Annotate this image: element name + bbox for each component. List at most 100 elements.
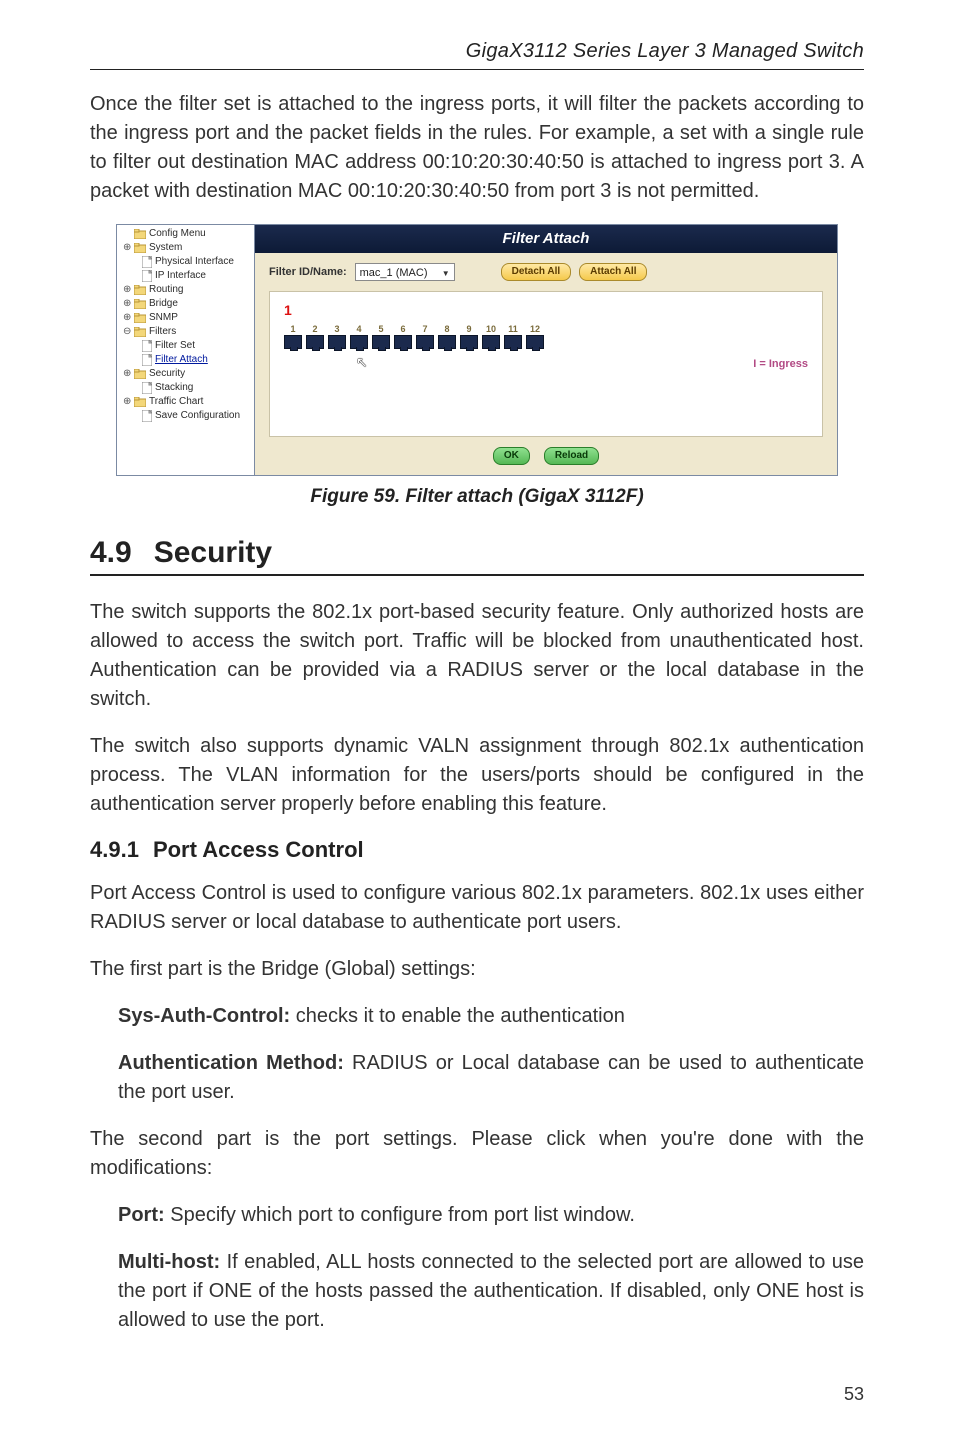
- tree-item[interactable]: ⊕ Bridge: [121, 297, 254, 311]
- port-jack-icon: [394, 335, 412, 349]
- tree-toggle-icon: ⊖: [123, 325, 131, 339]
- folder-icon: [134, 369, 146, 379]
- port-number: 4: [356, 324, 361, 334]
- definition-port: Port: Specify which port to configure fr…: [118, 1201, 864, 1230]
- subsection-para-3: The second part is the port settings. Pl…: [90, 1125, 864, 1183]
- folder-icon: [134, 327, 146, 337]
- cursor-icon: ↖: [356, 354, 368, 371]
- port[interactable]: 9: [460, 324, 478, 349]
- tree-item[interactable]: ⊖Filters: [121, 325, 254, 339]
- port[interactable]: 7: [416, 324, 434, 349]
- term-body: checks it to enable the authentication: [290, 1005, 625, 1027]
- action-bar: OK Reload: [255, 443, 837, 475]
- subsection-para-1: Port Access Control is used to configure…: [90, 879, 864, 937]
- port-number: 10: [486, 324, 496, 334]
- port-number: 11: [508, 324, 518, 334]
- tree-item-label: Stacking: [155, 381, 193, 395]
- term: Authentication Method:: [118, 1052, 344, 1074]
- port-number: 12: [530, 324, 540, 334]
- embedded-screenshot: Config Menu⊕SystemPhysical InterfaceIP I…: [116, 224, 838, 476]
- tree-item-label: Traffic Chart: [149, 395, 203, 409]
- tree-toggle-icon: ⊕: [123, 395, 131, 409]
- filter-id-select[interactable]: mac_1 (MAC): [355, 263, 455, 281]
- tree-item[interactable]: ⊕ Security: [121, 367, 254, 381]
- tree-item-label: Filter Set: [155, 339, 195, 353]
- running-header: GigaX3112 Series Layer 3 Managed Switch: [90, 40, 864, 70]
- tree-toggle-icon: ⊕: [123, 297, 131, 311]
- tree-item[interactable]: Physical Interface: [121, 255, 254, 269]
- page-icon: [142, 410, 152, 422]
- attach-all-button[interactable]: Attach All: [579, 263, 647, 281]
- port-jack-icon: [284, 335, 302, 349]
- port[interactable]: 1: [284, 324, 302, 349]
- port[interactable]: 12: [526, 324, 544, 349]
- toolbar: Filter ID/Name: mac_1 (MAC) Detach All A…: [255, 253, 837, 287]
- tree-item[interactable]: Filter Attach: [121, 353, 254, 367]
- section-para-2: The switch also supports dynamic VALN as…: [90, 732, 864, 819]
- section-heading: 4.9Security: [90, 536, 864, 576]
- subsection-heading: 4.9.1Port Access Control: [90, 837, 864, 863]
- subsection-name: Port Access Control: [153, 837, 364, 862]
- tree-item[interactable]: ⊕System: [121, 241, 254, 255]
- term: Port:: [118, 1204, 165, 1226]
- port-panel: 1 123456789101112 ↖ I = Ingress: [269, 291, 823, 437]
- port-jack-icon: [306, 335, 324, 349]
- port-jack-icon: [350, 335, 368, 349]
- tree-item[interactable]: Filter Set: [121, 339, 254, 353]
- reload-button[interactable]: Reload: [544, 447, 599, 465]
- legend-text: I = Ingress: [753, 358, 808, 370]
- page-icon: [142, 354, 152, 366]
- panel-title: Filter Attach: [255, 225, 837, 253]
- port-number: 3: [334, 324, 339, 334]
- port[interactable]: 10: [482, 324, 500, 349]
- port-number: 2: [312, 324, 317, 334]
- folder-icon: [134, 243, 146, 253]
- tree-item[interactable]: ⊕ SNMP: [121, 311, 254, 325]
- port-number: 8: [444, 324, 449, 334]
- tree-item-label: System: [149, 241, 182, 255]
- tree-item-label: IP Interface: [155, 269, 206, 283]
- folder-icon: [134, 229, 146, 239]
- port[interactable]: 11: [504, 324, 522, 349]
- folder-icon: [134, 299, 146, 309]
- port-jack-icon: [526, 335, 544, 349]
- page-icon: [142, 256, 152, 268]
- term: Multi-host:: [118, 1251, 220, 1273]
- port[interactable]: 6: [394, 324, 412, 349]
- ok-button[interactable]: OK: [493, 447, 530, 465]
- definition-multi-host: Multi-host: If enabled, ALL hosts connec…: [118, 1248, 864, 1335]
- port[interactable]: 4: [350, 324, 368, 349]
- detach-all-button[interactable]: Detach All: [501, 263, 572, 281]
- tree-item-label: Routing: [149, 283, 183, 297]
- tree-item-label: Config Menu: [149, 227, 206, 241]
- tree-toggle-icon: ⊕: [123, 367, 131, 381]
- port[interactable]: 8: [438, 324, 456, 349]
- port-number: 1: [290, 324, 295, 334]
- tree-item[interactable]: Config Menu: [121, 227, 254, 241]
- content-pane: Filter Attach Filter ID/Name: mac_1 (MAC…: [255, 225, 837, 475]
- tree-item[interactable]: Stacking: [121, 381, 254, 395]
- tree-item[interactable]: ⊕Routing: [121, 283, 254, 297]
- port[interactable]: 3: [328, 324, 346, 349]
- tree-item[interactable]: IP Interface: [121, 269, 254, 283]
- tree-item[interactable]: ⊕ Traffic Chart: [121, 395, 254, 409]
- tree-toggle-icon: ⊕: [123, 311, 131, 325]
- tree-item-label: SNMP: [149, 311, 178, 325]
- port[interactable]: 2: [306, 324, 324, 349]
- unit-number: 1: [284, 302, 544, 318]
- port[interactable]: 5: [372, 324, 390, 349]
- subsection-para-2: The first part is the Bridge (Global) se…: [90, 955, 864, 984]
- section-number: 4.9: [90, 536, 132, 569]
- page-icon: [142, 340, 152, 352]
- tree-item-label: Bridge: [149, 297, 178, 311]
- folder-icon: [134, 397, 146, 407]
- nav-tree[interactable]: Config Menu⊕SystemPhysical InterfaceIP I…: [117, 225, 255, 475]
- tree-item[interactable]: Save Configuration: [121, 409, 254, 423]
- tree-item-label: Security: [149, 367, 185, 381]
- section-para-1: The switch supports the 802.1x port-base…: [90, 598, 864, 714]
- tree-item-label: Physical Interface: [155, 255, 234, 269]
- term-body: Specify which port to configure from por…: [165, 1204, 635, 1226]
- definition-auth-method: Authentication Method: RADIUS or Local d…: [118, 1049, 864, 1107]
- port-number: 5: [378, 324, 383, 334]
- page-icon: [142, 270, 152, 282]
